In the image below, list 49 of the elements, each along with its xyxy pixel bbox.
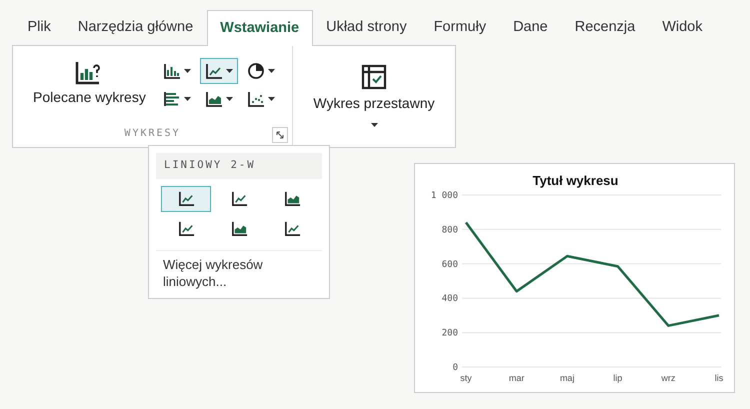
recommended-charts-button[interactable]: Polecane wykresy bbox=[27, 56, 152, 110]
chart-subtype-button[interactable] bbox=[161, 186, 211, 212]
pivot-chart-button[interactable]: Wykres przestawny bbox=[307, 60, 441, 147]
area-chart-icon bbox=[284, 190, 300, 208]
x-axis-label: lis bbox=[714, 373, 724, 383]
column-chart-icon bbox=[162, 62, 181, 80]
ribbon-tab[interactable]: Wstawianie bbox=[206, 10, 313, 46]
caret-icon bbox=[226, 96, 233, 101]
ribbon-tab[interactable]: Dane bbox=[500, 10, 562, 45]
x-axis-label: lip bbox=[613, 373, 622, 383]
ribbon-tab[interactable]: Recenzja bbox=[561, 10, 649, 45]
ribbon-tab[interactable]: Widok bbox=[648, 10, 716, 45]
caret-icon bbox=[268, 96, 275, 101]
bar-chart-icon bbox=[162, 90, 181, 108]
area-chart-icon bbox=[204, 90, 223, 108]
y-axis-label: 800 bbox=[442, 225, 458, 236]
caret-icon bbox=[370, 123, 378, 128]
dialog-launcher-icon[interactable] bbox=[272, 126, 288, 143]
x-axis-label: sty bbox=[460, 373, 472, 383]
chart-title: Tytuł wykresu bbox=[532, 173, 618, 188]
x-axis-label: wrz bbox=[661, 373, 676, 383]
y-axis-label: 0 bbox=[452, 363, 458, 373]
line-chart-icon bbox=[230, 190, 248, 208]
y-axis-label: 400 bbox=[442, 294, 458, 304]
area-chart-icon bbox=[230, 220, 248, 238]
y-axis-label: 1 000 bbox=[430, 191, 458, 201]
ribbon-tab[interactable]: Plik bbox=[14, 10, 64, 45]
ribbon-tab[interactable]: Narzędzia główne bbox=[64, 10, 207, 45]
chart-type-button[interactable] bbox=[200, 58, 238, 84]
x-axis-label: mar bbox=[508, 373, 524, 383]
ribbon-tab[interactable]: Układ strony bbox=[312, 10, 420, 45]
line-chart-icon bbox=[284, 220, 300, 238]
pie-chart-icon bbox=[246, 62, 265, 80]
line-chart-icon bbox=[178, 220, 194, 238]
caret-icon bbox=[268, 68, 275, 73]
y-axis-label: 600 bbox=[442, 260, 458, 270]
caret-icon bbox=[226, 68, 233, 73]
line-chart-icon bbox=[204, 62, 223, 80]
scatter-chart-icon bbox=[246, 90, 265, 108]
group-label: WYKRESY bbox=[124, 126, 181, 141]
ribbon-tab[interactable]: Formuły bbox=[420, 10, 500, 45]
line-chart-icon bbox=[178, 190, 194, 208]
menu-header: LINIOWY 2-W bbox=[156, 153, 322, 179]
y-axis-label: 200 bbox=[442, 328, 458, 339]
more-line-charts-link[interactable]: Więcej wykresów liniowych... bbox=[156, 256, 322, 291]
pivot-chart-icon bbox=[361, 64, 387, 90]
caret-icon bbox=[184, 68, 191, 73]
x-axis-label: maj bbox=[560, 373, 574, 383]
caret-icon bbox=[184, 96, 191, 101]
